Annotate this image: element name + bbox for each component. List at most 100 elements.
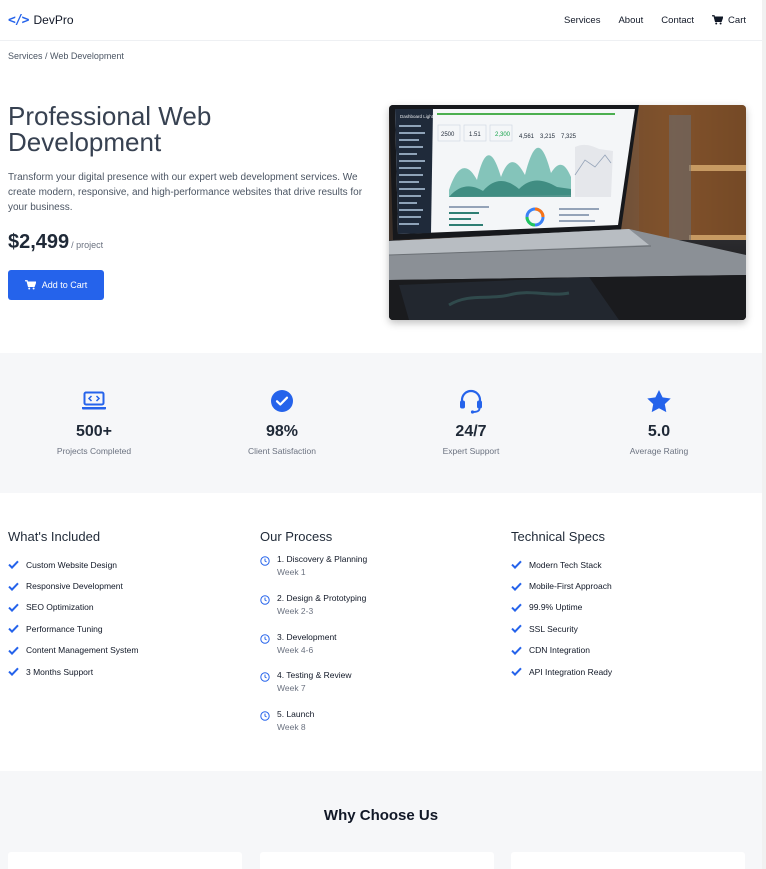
section-title: Our Process (260, 529, 333, 544)
list-item-label: SEO Optimization (26, 602, 94, 613)
kpi-3: 2,300 (495, 132, 511, 138)
list-item-label: 99.9% Uptime (529, 602, 583, 613)
process-step-title: 2. Design & Prototyping (277, 592, 367, 603)
list-item-label: Mobile-First Approach (529, 581, 612, 592)
cart-label: Cart (728, 14, 746, 26)
kpi-6: 7,325 (561, 134, 577, 140)
process-step-title: 5. Launch (277, 709, 315, 720)
list-item: Responsive Development (8, 575, 248, 596)
whats-included-section: What's Included Custom Website Design Re… (8, 529, 248, 682)
list-item-label: API Integration Ready (529, 666, 613, 677)
page-scrollbar[interactable] (762, 0, 766, 869)
check-circle-icon (271, 390, 293, 412)
stat-value: 5.0 (647, 423, 671, 440)
kpi-2: 1.51 (469, 132, 481, 138)
process-step: 1. Discovery & Planning Week 1 (260, 554, 500, 593)
why-choose-us-section: Why Choose Us (0, 771, 762, 869)
add-to-cart-label: Add to Cart (41, 280, 88, 290)
price: $2,499 (8, 231, 70, 253)
feature-card (511, 852, 745, 869)
our-process-section: Our Process 1. Discovery & Planning Week … (260, 529, 500, 748)
cart-icon (712, 15, 724, 25)
add-to-cart-button[interactable]: Add to Cart (8, 270, 104, 300)
check-icon (8, 582, 19, 591)
process-step: 2. Design & Prototyping Week 2-3 (260, 593, 500, 632)
process-step-week: Week 2-3 (277, 605, 314, 616)
nav-cart[interactable]: Cart (712, 15, 746, 26)
price-row: $2,499 / project (8, 231, 103, 254)
section-title: Technical Specs (511, 529, 605, 544)
headset-icon (460, 389, 482, 414)
list-item-label: Modern Tech Stack (529, 559, 602, 570)
list-item-label: Content Management System (26, 645, 139, 656)
stat-label: Client Satisfaction (247, 446, 317, 456)
check-icon (8, 560, 19, 570)
list-item-label: 3 Months Support (26, 666, 94, 677)
list-item: Modern Tech Stack (511, 554, 751, 575)
list-item: Custom Website Design (8, 554, 248, 575)
kpi-4: 4,561 (519, 134, 535, 140)
process-step-title: 4. Testing & Review (277, 670, 352, 681)
process-step-week: Week 7 (277, 683, 306, 694)
check-icon (511, 603, 522, 612)
hero-description: Transform your digital presence with our… (8, 172, 363, 213)
check-icon (8, 624, 19, 634)
laptop-code-icon (82, 391, 106, 410)
clock-icon (260, 556, 270, 566)
stat-projects: 500+ Projects Completed (0, 388, 188, 456)
stat-value: 98% (265, 423, 299, 440)
process-step-week: Week 1 (277, 567, 306, 577)
list-item-label: Performance Tuning (26, 623, 103, 634)
brand-logo[interactable]: </> DevPro (8, 13, 74, 28)
process-step-title: 3. Development (277, 631, 337, 642)
check-icon (8, 603, 19, 612)
list-item: CDN Integration (511, 640, 751, 661)
clock-icon (260, 672, 270, 683)
section-title: What's Included (8, 529, 101, 544)
list-item: 3 Months Support (8, 661, 248, 682)
stat-label: Expert Support (442, 446, 500, 456)
kpi-5: 3,215 (540, 134, 556, 140)
dashboard-title: Dashboard Light (400, 114, 434, 119)
list-item-label: Responsive Development (26, 581, 123, 592)
hero-image-laptop-dashboard: Dashboard Light 2500 1.51 2,300 4,561 3,… (389, 105, 746, 320)
list-item: SEO Optimization (8, 597, 248, 618)
list-item: API Integration Ready (511, 661, 751, 682)
list-item: SSL Security (511, 618, 751, 639)
breadcrumb: Services / Web Development (8, 51, 124, 61)
process-step-week: Week 4-6 (277, 644, 314, 655)
list-item-label: Custom Website Design (26, 559, 118, 570)
process-step: 5. Launch Week 8 (260, 709, 500, 748)
nav-link-about[interactable]: About (618, 15, 643, 26)
stat-label: Projects Completed (56, 446, 132, 456)
check-icon (511, 582, 522, 591)
cart-icon (24, 280, 36, 290)
page-title: Professional Web Development (8, 101, 212, 157)
process-step-title: 1. Discovery & Planning (277, 554, 368, 564)
list-item-label: SSL Security (529, 623, 578, 634)
nav-link-services[interactable]: Services (564, 15, 600, 26)
check-icon (8, 646, 19, 655)
stat-rating: 5.0 Average Rating (565, 388, 753, 456)
top-navbar: </> DevPro Services About Contact Cart (0, 0, 762, 41)
process-step-week: Week 8 (277, 722, 306, 733)
nav-links: Services About Contact Cart (564, 15, 746, 26)
check-icon (511, 560, 522, 570)
section-title: Why Choose Us (323, 807, 439, 824)
clock-icon (260, 711, 270, 721)
check-icon (511, 624, 522, 634)
stat-value: 24/7 (455, 423, 487, 440)
brand-name: DevPro (33, 13, 74, 27)
stat-value: 500+ (75, 423, 113, 440)
feature-card (260, 852, 494, 869)
technical-specs-section: Technical Specs Modern Tech Stack Mobile… (511, 529, 751, 682)
stat-label: Average Rating (629, 446, 689, 456)
stat-support: 24/7 Expert Support (377, 388, 565, 456)
stats-section: 500+ Projects Completed 98% Client Satis… (0, 353, 762, 493)
list-item: Mobile-First Approach (511, 575, 751, 596)
list-item: Content Management System (8, 640, 248, 661)
clock-icon (260, 633, 270, 644)
nav-link-contact[interactable]: Contact (661, 15, 694, 26)
process-step: 4. Testing & Review Week 7 (260, 670, 500, 709)
check-icon (511, 646, 522, 655)
